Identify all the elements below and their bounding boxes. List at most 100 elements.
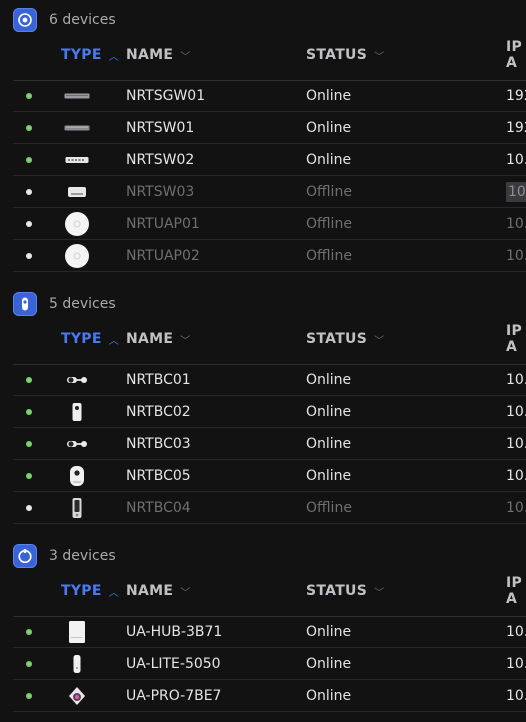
device-name: NRTSW03 [126, 184, 195, 200]
device-status: Offline [306, 248, 352, 264]
column-label: NAME [126, 331, 174, 347]
column-header-type[interactable]: TYPE ︿ [61, 312, 119, 366]
flex-camera-icon [63, 396, 91, 428]
device-name: NRTBC04 [126, 500, 191, 516]
switch-flex-device-icon [63, 176, 91, 208]
device-status: Offline [306, 184, 352, 200]
device-ip: 10. [506, 248, 526, 264]
column-header-ip[interactable]: IP A [506, 564, 526, 618]
column-header-name[interactable]: NAME ﹀ [126, 312, 191, 366]
dome-camera-icon [63, 460, 91, 492]
column-header-ip[interactable]: IP A [506, 28, 526, 82]
status-dot-online [26, 629, 32, 635]
table-row[interactable]: NRTBC04 Offline 10. [13, 492, 526, 524]
column-header-ip[interactable]: IP A [506, 312, 526, 366]
access-hub-icon [63, 616, 91, 648]
column-header-name[interactable]: NAME ﹀ [126, 28, 191, 82]
status-dot-offline [26, 253, 32, 259]
divider [13, 523, 526, 524]
table-row[interactable]: NRTBC01 Online 10. [13, 364, 526, 396]
device-count: 5 devices [49, 296, 116, 312]
device-ip: 10. [506, 152, 526, 168]
device-ip: 10. [506, 182, 526, 202]
device-name: NRTUAP01 [126, 216, 200, 232]
chevron-down-icon: ﹀ [374, 51, 385, 63]
bullet-camera-icon [63, 428, 91, 460]
status-dot-online [26, 441, 32, 447]
table-row[interactable]: NRTSW02 Online 10. [13, 144, 526, 176]
status-dot-online [26, 661, 32, 667]
device-ip: 10. [506, 372, 526, 388]
gateway-device-icon [63, 80, 91, 112]
status-dot-offline [26, 221, 32, 227]
device-name: NRTSGW01 [126, 88, 206, 104]
device-ip: 10. [506, 436, 526, 452]
column-label: TYPE [61, 47, 102, 63]
column-label: IP A [506, 575, 523, 607]
chevron-down-icon: ﹀ [180, 51, 191, 63]
status-dot-online [26, 693, 32, 699]
column-label: TYPE [61, 331, 102, 347]
chevron-down-icon: ﹀ [180, 587, 191, 599]
device-ip: 192 [506, 88, 526, 104]
table-row[interactable]: NRTUAP02 Offline 10. [13, 240, 526, 272]
device-name: NRTSW01 [126, 120, 195, 136]
column-header-type[interactable]: TYPE ︿ [61, 28, 119, 82]
device-ip: 10. [506, 468, 526, 484]
device-status: Online [306, 688, 352, 704]
table-row[interactable]: UA-PRO-7BE7 Online 10. [13, 680, 526, 712]
table-row[interactable]: NRTUAP01 Offline 10. [13, 208, 526, 240]
chevron-down-icon: ﹀ [374, 335, 385, 347]
device-status: Online [306, 656, 352, 672]
table-row[interactable]: NRTBC02 Online 10. [13, 396, 526, 428]
table-row[interactable]: NRTSGW01 Online 192 [13, 80, 526, 112]
divider [13, 271, 526, 272]
device-status: Online [306, 468, 352, 484]
column-header-name[interactable]: NAME ﹀ [126, 564, 191, 618]
table-row[interactable]: NRTSW03 Offline 10. [13, 176, 526, 208]
device-ip: 10. [506, 688, 526, 704]
table-row[interactable]: NRTSW01 Online 192 [13, 112, 526, 144]
chevron-down-icon: ﹀ [374, 587, 385, 599]
device-status: Offline [306, 216, 352, 232]
device-status: Online [306, 152, 352, 168]
doorbell-camera-icon [63, 492, 91, 524]
bullet-camera-icon [63, 364, 91, 396]
device-name: UA-PRO-7BE7 [126, 688, 222, 704]
device-status: Offline [306, 500, 352, 516]
column-label: STATUS [306, 583, 368, 599]
device-name: NRTSW02 [126, 152, 195, 168]
status-dot-online [26, 473, 32, 479]
status-dot-online [26, 93, 32, 99]
table-row[interactable]: UA-HUB-3B71 Online 10. [13, 616, 526, 648]
column-header-status[interactable]: STATUS ﹀ [306, 564, 384, 618]
access-reader-pro-icon [63, 680, 91, 712]
device-ip: 10. [506, 656, 526, 672]
table-row[interactable]: NRTBC05 Online 10. [13, 460, 526, 492]
device-status: Online [306, 404, 352, 420]
table-row[interactable]: UA-LITE-5050 Online 10. [13, 648, 526, 680]
column-label: STATUS [306, 47, 368, 63]
column-header-row: TYPE ︿ NAME ﹀ STATUS ﹀ IP A [0, 28, 526, 82]
switch-device-icon [63, 112, 91, 144]
access-point-device-icon [63, 208, 91, 240]
status-dot-offline [26, 189, 32, 195]
device-name: NRTUAP02 [126, 248, 200, 264]
device-name: UA-LITE-5050 [126, 656, 221, 672]
device-name: NRTBC03 [126, 436, 191, 452]
device-name: NRTBC01 [126, 372, 191, 388]
switch-lite-device-icon [63, 144, 91, 176]
column-label: NAME [126, 583, 174, 599]
device-status: Online [306, 372, 352, 388]
column-header-row: TYPE ︿ NAME ﹀ STATUS ﹀ IP A [0, 564, 526, 618]
column-header-status[interactable]: STATUS ﹀ [306, 28, 384, 82]
device-ip: 10. [506, 624, 526, 640]
device-ip: 10. [506, 500, 526, 516]
device-count: 6 devices [49, 12, 116, 28]
device-ip: 192 [506, 120, 526, 136]
device-ip: 10. [506, 216, 526, 232]
status-dot-online [26, 377, 32, 383]
column-header-type[interactable]: TYPE ︿ [61, 564, 119, 618]
table-row[interactable]: NRTBC03 Online 10. [13, 428, 526, 460]
column-header-status[interactable]: STATUS ﹀ [306, 312, 384, 366]
